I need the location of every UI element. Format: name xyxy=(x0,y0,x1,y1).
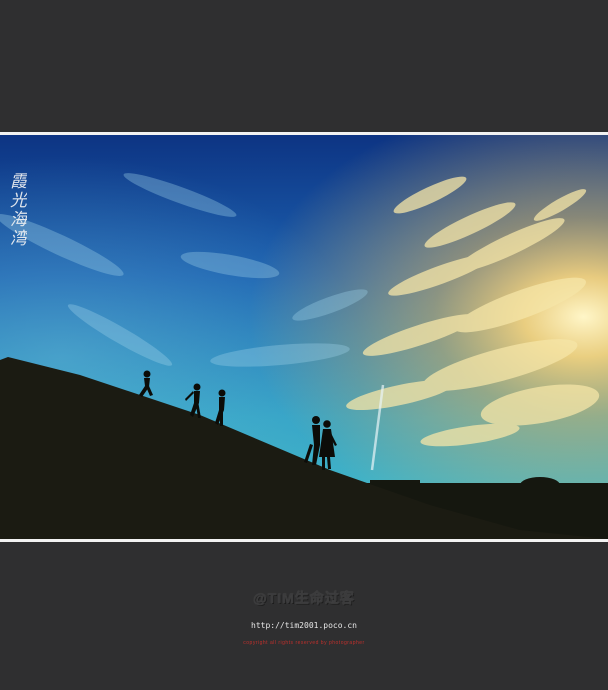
photographer-signature: @TIM生命过客 xyxy=(253,590,355,606)
calligraphy-watermark: 霞光海湾 xyxy=(6,172,26,248)
copyright-line: copyright all rights reserved by photogr… xyxy=(243,640,365,646)
website-url[interactable]: http://tim2001.poco.cn xyxy=(0,621,608,630)
photo-frame xyxy=(0,132,608,542)
sunset-hill-photo xyxy=(0,135,608,539)
